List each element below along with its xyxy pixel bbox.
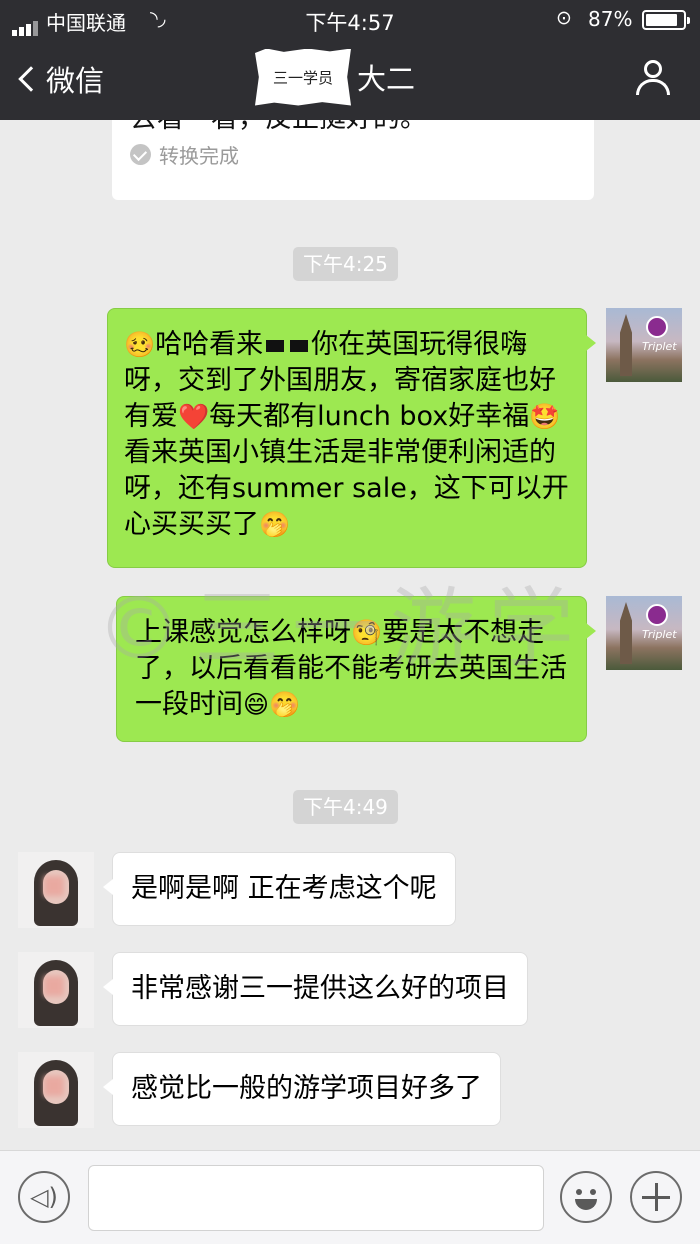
smile-icon (562, 1173, 610, 1221)
check-icon (130, 144, 151, 165)
plus-icon (632, 1173, 680, 1221)
timestamp: 下午4:49 (293, 790, 398, 824)
avatar[interactable] (18, 1052, 94, 1128)
message-bubble-sent[interactable]: 上课感觉怎么样呀🧐要是太不想走了，以后看看能不能考研去英国生活一段时间😄🤭 (116, 596, 596, 742)
nav-bar: 微信 三一学员 大二 (0, 38, 700, 120)
person-icon[interactable] (634, 60, 672, 96)
message-text: 上课感觉怎么样呀 (135, 617, 351, 648)
avatar-brand: Triplet (642, 340, 677, 353)
woozy-emoji-icon: 🥴 (124, 330, 156, 359)
thinking-emoji-icon: 🤭 (269, 690, 301, 719)
avatar[interactable]: Triplet (606, 596, 682, 670)
star-eyes-emoji-icon: 🤩 (529, 402, 561, 431)
message-bubble-sent[interactable]: 🥴哈哈看来 你在英国玩得很嗨呀，交到了外国朋友，寄宿家庭也好有爱❤️每天都有lun… (107, 308, 596, 568)
avatar[interactable]: Triplet (606, 308, 682, 382)
message-text: 非常感谢三一提供这么好的项目 (131, 973, 509, 1004)
avatar-brand: Triplet (642, 628, 677, 641)
thinking-emoji-icon: 🤭 (259, 510, 291, 539)
voice-transcript-card[interactable]: 去看一看，反正挺好的。 转换完成 (112, 120, 594, 200)
title-sticker: 三一学员 (255, 48, 352, 106)
chat-title: 三一学员 大二 (255, 46, 415, 108)
smirk-emoji-icon: 🧐 (351, 618, 383, 647)
grin-emoji-icon: 😄 (243, 690, 270, 719)
more-button[interactable] (630, 1171, 682, 1223)
censor-mark (290, 339, 309, 352)
battery-percent: 87% (588, 7, 633, 31)
message-bubble-received[interactable]: 非常感谢三一提供这么好的项目 (103, 952, 528, 1026)
message-bubble-received[interactable]: 感觉比一般的游学项目好多了 (103, 1052, 501, 1126)
message-text: 是啊是啊 正在考虑这个呢 (131, 873, 437, 904)
back-label: 微信 (46, 64, 105, 98)
message-input[interactable] (88, 1165, 544, 1231)
transcript-status: 转换完成 (130, 140, 239, 169)
voice-input-button[interactable]: ◁) (18, 1171, 70, 1223)
message-text: 每天都有lunch box好幸福 (209, 401, 530, 432)
rotation-lock-icon: ⊙ (556, 7, 572, 29)
timestamp: 下午4:25 (293, 247, 398, 281)
transcript-status-label: 转换完成 (159, 144, 239, 168)
emoji-button[interactable] (560, 1171, 612, 1223)
avatar[interactable] (18, 852, 94, 928)
message-text: 感觉比一般的游学项目好多了 (131, 1073, 482, 1104)
status-bar: 中国联通 ◝◞ 下午4:57 ⊙ 87% (0, 0, 700, 38)
censor-mark (266, 339, 285, 352)
message-text: 哈哈看来 (155, 329, 264, 360)
back-button[interactable]: 微信 (14, 58, 104, 100)
avatar[interactable] (18, 952, 94, 1028)
chevron-left-icon (18, 66, 44, 92)
heart-emoji-icon: ❤️ (178, 402, 210, 431)
chat-area[interactable]: 去看一看，反正挺好的。 转换完成 下午4:25 🥴哈哈看来你在英国玩得很嗨呀，交… (0, 120, 700, 1150)
battery-icon (642, 10, 690, 30)
input-bar: ◁) (0, 1150, 700, 1244)
voice-icon: ◁) (30, 1183, 58, 1211)
title-suffix: 大二 (357, 62, 416, 96)
top-bar: 中国联通 ◝◞ 下午4:57 ⊙ 87% 微信 三一学员 大二 (0, 0, 700, 120)
transcript-text: 去看一看，反正挺好的。 (130, 120, 427, 135)
message-text: 看来英国小镇生活是非常便利闲适的呀，还有summer sale，这下可以开心买买… (124, 437, 569, 540)
message-bubble-received[interactable]: 是啊是啊 正在考虑这个呢 (103, 852, 456, 926)
